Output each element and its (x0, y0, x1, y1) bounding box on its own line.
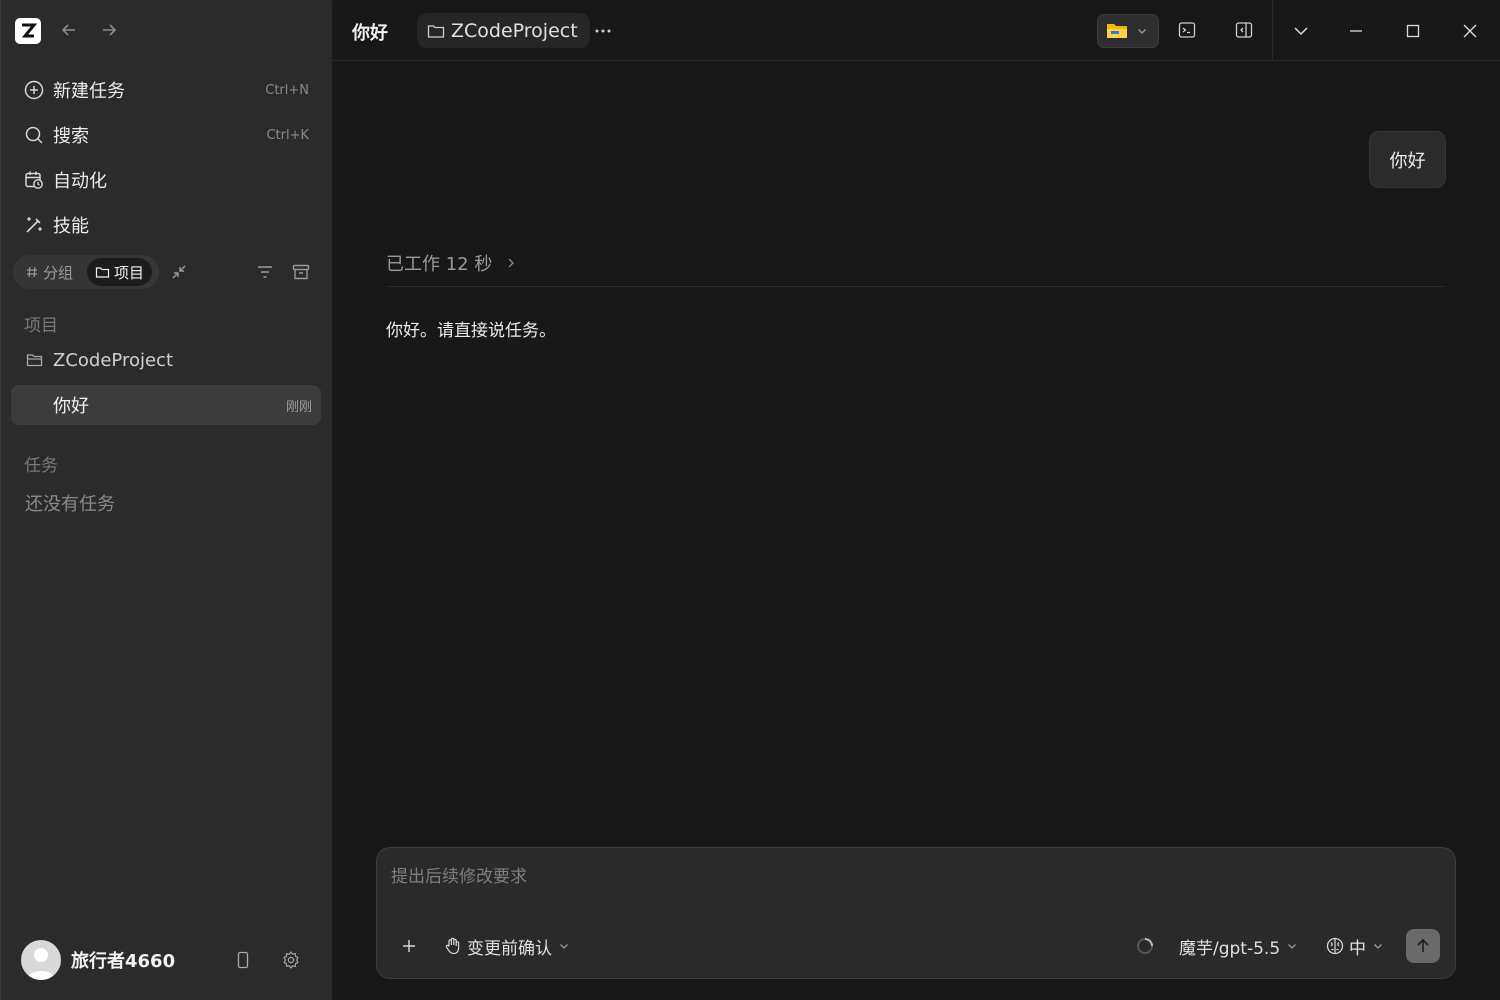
chevron-down-icon (1286, 940, 1298, 952)
more-options-icon[interactable] (592, 20, 614, 42)
follow-up-input[interactable] (391, 862, 1441, 892)
gear-icon[interactable] (281, 950, 301, 970)
chevron-down-icon[interactable] (1290, 20, 1312, 42)
project-name: ZCodeProject (53, 349, 173, 371)
work-status-toggle[interactable]: 已工作 12 秒 (386, 250, 518, 276)
empty-tasks-text: 还没有任务 (25, 494, 115, 515)
folder-icon (95, 265, 110, 279)
plus-icon[interactable] (399, 936, 419, 956)
user-message-bubble: 你好 (1369, 131, 1446, 188)
new-task-shortcut: Ctrl+N (265, 82, 309, 98)
skills-button[interactable]: 技能 (13, 205, 321, 245)
projects-section-label: 项目 (24, 316, 58, 336)
minimize-icon[interactable] (1345, 20, 1367, 42)
assistant-reply: 你好。请直接说任务。 (386, 321, 556, 341)
work-status-text: 已工作 12 秒 (386, 254, 493, 275)
new-task-label: 新建任务 (53, 81, 125, 102)
tasks-section-label: 任务 (24, 456, 58, 476)
hand-icon (443, 936, 463, 956)
search-button[interactable]: 搜索 Ctrl+K (13, 115, 321, 155)
new-task-button[interactable]: 新建任务 Ctrl+N (13, 70, 321, 110)
folder-open-icon (25, 350, 45, 370)
calendar-clock-icon (23, 169, 45, 191)
sidebar: 新建任务 Ctrl+N 搜索 Ctrl+K 自动化 技能 分组 项目 项目 ZC… (0, 0, 332, 1000)
group-by-group-tab[interactable]: 分组 (17, 258, 81, 286)
approval-mode-label: 变更前确认 (467, 938, 552, 959)
loading-spinner-icon (1135, 936, 1155, 956)
main-panel: 你好 ZCodeProject 你好 已工作 12 秒 你好。请直接说任务。 提… (332, 0, 1500, 1000)
archive-icon[interactable] (291, 262, 311, 282)
back-arrow-icon[interactable] (59, 20, 79, 40)
maximize-icon[interactable] (1402, 20, 1424, 42)
username: 旅行者4660 (71, 951, 176, 972)
chevron-down-icon (1372, 940, 1384, 952)
open-in-explorer-button[interactable] (1097, 14, 1159, 48)
project-row[interactable]: ZCodeProject (13, 342, 321, 378)
file-explorer-icon (1106, 22, 1128, 40)
collapse-icon[interactable] (169, 262, 189, 282)
filter-sort-icon[interactable] (255, 262, 275, 282)
page-title: 你好 (352, 23, 388, 44)
send-button[interactable] (1406, 929, 1440, 963)
composer: 变更前确认 魔芋/gpt-5.5 中 (376, 847, 1456, 979)
project-chip[interactable]: ZCodeProject (417, 13, 590, 48)
model-select[interactable]: 魔芋/gpt-5.5 (1179, 934, 1298, 959)
hash-icon (25, 265, 39, 279)
sidebar-filter-bar: 分组 项目 (13, 255, 321, 289)
group-by-project-tab[interactable]: 项目 (87, 258, 153, 286)
reasoning-effort-select[interactable]: 中 (1325, 934, 1384, 959)
header-divider (1272, 0, 1273, 61)
effort-label: 中 (1349, 938, 1366, 959)
folder-icon (427, 23, 445, 39)
automation-button[interactable]: 自动化 (13, 160, 321, 200)
project-chip-label: ZCodeProject (451, 19, 578, 42)
forward-arrow-icon[interactable] (99, 20, 119, 40)
close-icon[interactable] (1459, 20, 1481, 42)
active-task-row[interactable]: 你好 刚刚 (11, 385, 321, 425)
chevron-down-icon (1136, 25, 1148, 37)
task-title: 你好 (53, 396, 89, 417)
group-tab-label: 分组 (43, 263, 74, 282)
side-panel-icon[interactable] (1234, 20, 1254, 40)
content-divider (386, 286, 1446, 287)
magic-wand-icon (23, 214, 45, 236)
plus-circle-icon (23, 79, 45, 101)
terminal-icon[interactable] (1177, 20, 1197, 40)
brain-icon (1325, 936, 1345, 956)
chevron-right-icon (504, 256, 518, 270)
mobile-icon[interactable] (233, 950, 253, 970)
grouping-toggle: 分组 项目 (13, 255, 159, 289)
search-shortcut: Ctrl+K (266, 127, 309, 143)
arrow-up-icon (1414, 937, 1432, 955)
search-label: 搜索 (53, 126, 89, 147)
model-label: 魔芋/gpt-5.5 (1179, 938, 1281, 959)
avatar (21, 940, 61, 980)
app-logo-icon (15, 18, 41, 44)
automation-label: 自动化 (53, 171, 107, 192)
chevron-down-icon (558, 940, 570, 952)
task-time: 刚刚 (285, 399, 312, 415)
header: 你好 ZCodeProject (332, 0, 1500, 61)
approval-mode-select[interactable]: 变更前确认 (443, 934, 574, 959)
search-icon (23, 124, 45, 146)
user-profile[interactable]: 旅行者4660 (21, 940, 175, 980)
project-tab-label: 项目 (114, 263, 145, 282)
skills-label: 技能 (53, 216, 89, 237)
